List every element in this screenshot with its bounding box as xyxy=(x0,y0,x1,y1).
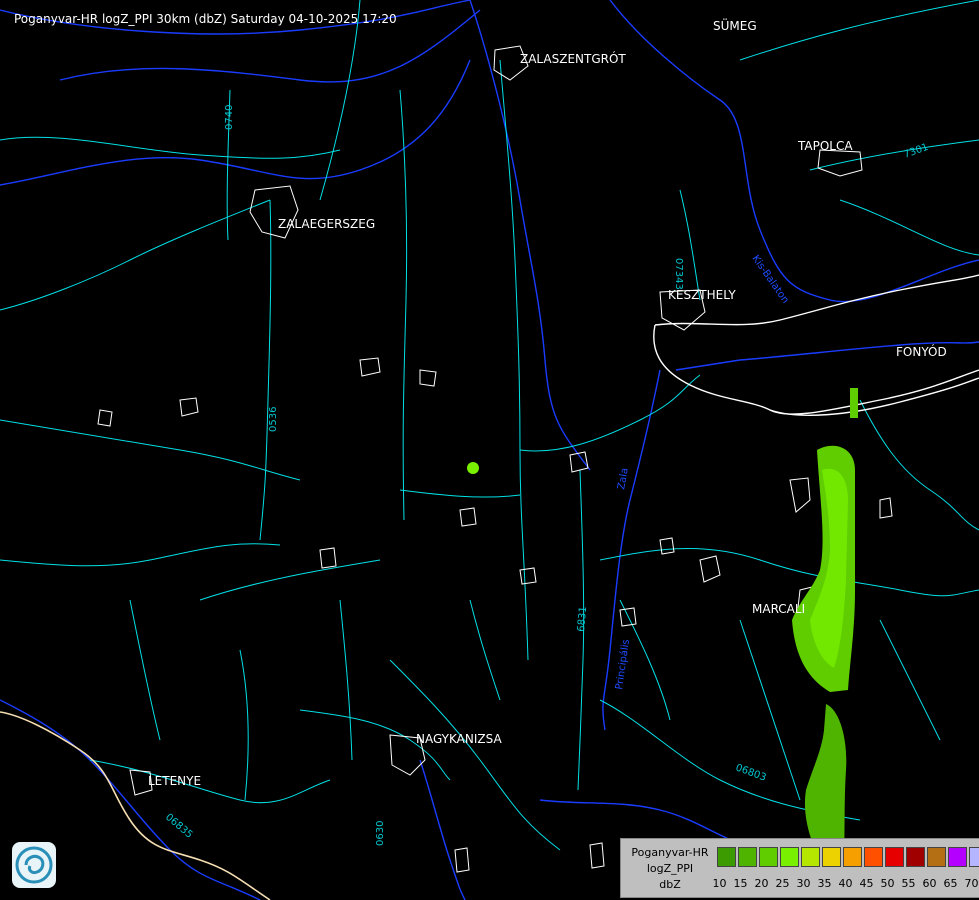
legend-tick-labels: 10 15 20 25 30 35 40 45 50 55 60 65 70 xyxy=(709,877,979,890)
legend-swatch xyxy=(948,847,967,867)
city-label-marcali: MARCALI xyxy=(752,602,805,616)
legend-radar-name: Poganyvar-HR xyxy=(631,846,709,859)
city-label-tapolca: TAPOLCA xyxy=(797,139,853,153)
road-label: 0536 xyxy=(268,407,279,432)
road-label: 0630 xyxy=(375,821,386,846)
legend-swatch xyxy=(906,847,925,867)
legend-tick: 45 xyxy=(859,877,874,890)
legend-swatch xyxy=(717,847,736,867)
legend-tick: 60 xyxy=(922,877,937,890)
legend-swatch xyxy=(822,847,841,867)
city-label-zalaegerszeg: ZALAEGERSZEG xyxy=(278,217,375,231)
legend-tick: 40 xyxy=(838,877,853,890)
legend: Poganyvar-HR logZ_PPI dbZ 10 15 20 25 30 35 40… xyxy=(620,838,979,898)
legend-tick: 30 xyxy=(796,877,811,890)
road-label: 0740 xyxy=(224,105,235,130)
legend-tick: 65 xyxy=(943,877,958,890)
legend-tick: 35 xyxy=(817,877,832,890)
city-label-zalaszentgrot: ZALASZENTGRÓT xyxy=(520,51,626,66)
legend-tick: 70 xyxy=(964,877,979,890)
road-label: 6831 xyxy=(576,606,589,632)
map-title: Poganyvar-HR logZ_PPI 30km (dbZ) Saturda… xyxy=(14,12,397,26)
radar-map: SÜMEG ZALASZENTGRÓT TAPOLCA ZALAEGERSZEG… xyxy=(0,0,979,900)
legend-title: Poganyvar-HR logZ_PPI dbZ xyxy=(625,845,715,893)
radar-logo-icon xyxy=(12,842,56,888)
legend-swatch xyxy=(969,847,979,867)
legend-tick: 10 xyxy=(712,877,727,890)
legend-unit: dbZ xyxy=(659,878,681,891)
legend-swatch xyxy=(759,847,778,867)
road-label: 07343 xyxy=(673,258,684,290)
legend-product-name: logZ_PPI xyxy=(646,862,694,875)
legend-tick: 15 xyxy=(733,877,748,890)
legend-swatch xyxy=(801,847,820,867)
legend-swatch xyxy=(780,847,799,867)
legend-tick: 20 xyxy=(754,877,769,890)
city-label-nagykanizsa: NAGYKANIZSA xyxy=(416,732,502,746)
legend-tick: 25 xyxy=(775,877,790,890)
legend-swatch xyxy=(885,847,904,867)
legend-tick: 50 xyxy=(880,877,895,890)
legend-tick: 55 xyxy=(901,877,916,890)
city-label-fonyod: FONYÓD xyxy=(896,344,947,359)
legend-swatch xyxy=(864,847,883,867)
city-label-sumeg: SÜMEG xyxy=(713,17,757,33)
legend-swatch xyxy=(738,847,757,867)
city-label-keszthely: KESZTHELY xyxy=(668,288,736,302)
legend-swatch xyxy=(843,847,862,867)
legend-color-scale xyxy=(717,847,979,867)
city-label-letenye: LETENYE xyxy=(148,774,201,788)
legend-swatch xyxy=(927,847,946,867)
